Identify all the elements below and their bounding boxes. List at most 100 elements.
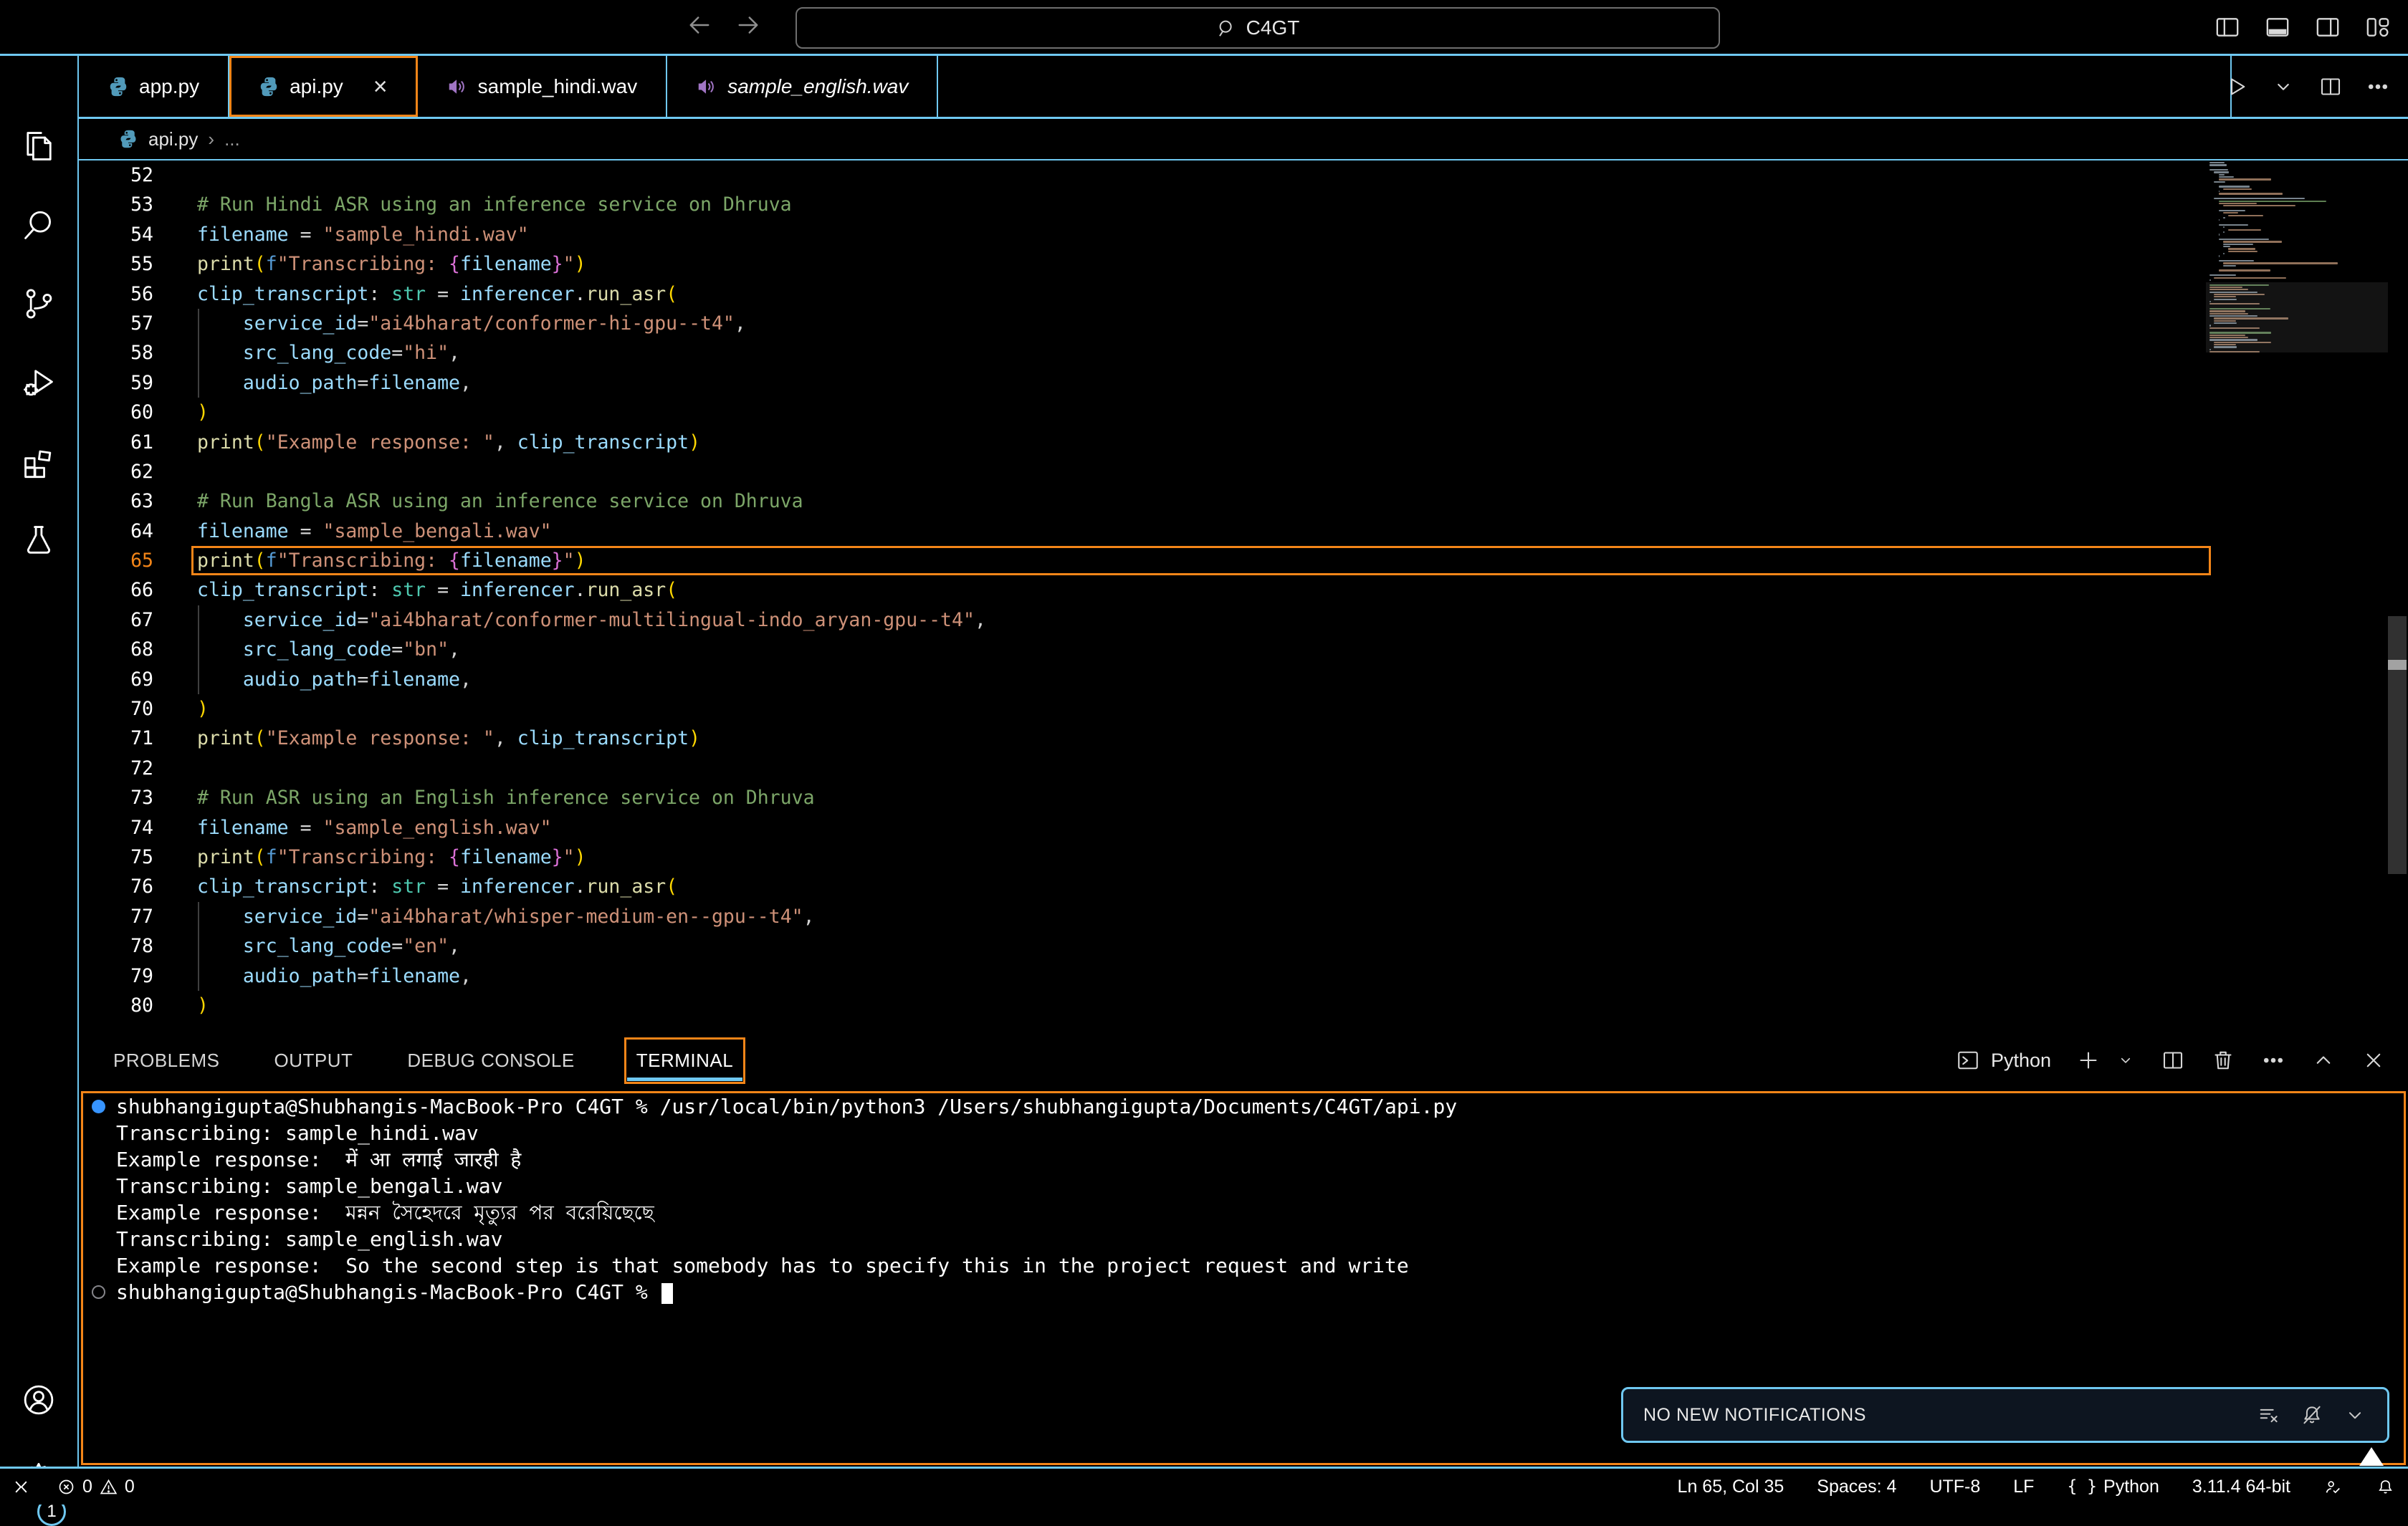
remote-indicator[interactable] <box>11 1477 31 1497</box>
code-editor[interactable]: 5253# Run Hindi ASR using an inference s… <box>79 160 2408 1027</box>
code-line-54[interactable]: 54filename = "sample_hindi.wav" <box>79 220 2408 249</box>
launch-profile-chevron-icon[interactable] <box>2116 1047 2136 1073</box>
close-icon[interactable]: × <box>373 76 388 97</box>
encoding-status[interactable]: UTF-8 <box>1929 1477 1980 1497</box>
code-line-62[interactable]: 62 <box>79 457 2408 486</box>
split-editor-icon[interactable] <box>2318 74 2344 100</box>
code-line-76[interactable]: 76clip_transcript: str = inferencer.run_… <box>79 872 2408 901</box>
language-status[interactable]: { } Python <box>2067 1477 2159 1497</box>
toggle-primary-sidebar-icon[interactable] <box>2213 13 2242 42</box>
back-arrow-icon[interactable] <box>684 10 715 40</box>
code-line-79[interactable]: 79 audio_path=filename, <box>79 961 2408 991</box>
toggle-panel-icon[interactable] <box>2263 13 2292 42</box>
panel-tab-output[interactable]: OUTPUT <box>270 1038 358 1083</box>
code-line-53[interactable]: 53# Run Hindi ASR using an inference ser… <box>79 190 2408 219</box>
panel-tab-problems[interactable]: PROBLEMS <box>109 1038 224 1083</box>
line-number: 60 <box>79 398 153 427</box>
maximize-panel-icon[interactable] <box>2311 1047 2336 1073</box>
notification-center: NO NEW NOTIFICATIONS <box>1621 1387 2389 1443</box>
panel-actions: Python <box>1955 1030 2386 1091</box>
command-decoration-prompt[interactable] <box>92 1285 105 1299</box>
line-content: src_lang_code="en", <box>197 931 2408 961</box>
command-decoration-success[interactable] <box>92 1100 105 1113</box>
panel-tab-debug-console[interactable]: DEBUG CONSOLE <box>403 1038 578 1083</box>
clear-all-notifications-icon[interactable] <box>2257 1403 2281 1427</box>
tab-label: api.py <box>290 75 343 98</box>
more-actions-icon[interactable] <box>2260 1047 2286 1073</box>
code-line-56[interactable]: 56clip_transcript: str = inferencer.run_… <box>79 279 2408 309</box>
remote-window-icon <box>11 1477 31 1497</box>
code-line-70[interactable]: 70) <box>79 694 2408 724</box>
indentation-status[interactable]: Spaces: 4 <box>1817 1477 1896 1497</box>
code-line-65[interactable]: 65print(f"Transcribing: {filename}") <box>79 546 2408 575</box>
new-terminal-icon[interactable] <box>2075 1047 2101 1073</box>
code-line-71[interactable]: 71print("Example response: ", clip_trans… <box>79 724 2408 753</box>
code-line-74[interactable]: 74filename = "sample_english.wav" <box>79 813 2408 843</box>
breadcrumb-symbol[interactable]: ... <box>224 128 240 150</box>
source-control-icon[interactable] <box>20 285 57 322</box>
extensions-icon[interactable] <box>20 443 57 480</box>
eol-status[interactable]: LF <box>2013 1477 2034 1497</box>
python-interpreter-status[interactable]: 3.11.4 64-bit <box>2192 1477 2290 1497</box>
more-actions-icon[interactable] <box>2365 74 2391 100</box>
code-line-64[interactable]: 64filename = "sample_bengali.wav" <box>79 517 2408 546</box>
line-content: audio_path=filename, <box>197 961 2408 991</box>
run-and-debug-icon[interactable] <box>20 364 57 401</box>
line-content: print("Example response: ", clip_transcr… <box>197 428 2408 457</box>
code-line-68[interactable]: 68 src_lang_code="bn", <box>79 635 2408 664</box>
terminal-text: Example response: So the second step is … <box>116 1254 1409 1277</box>
customize-layout-icon[interactable] <box>2364 13 2392 42</box>
indent-guide <box>198 902 199 931</box>
code-line-60[interactable]: 60) <box>79 398 2408 427</box>
line-content: print(f"Transcribing: {filename}") <box>197 843 2408 872</box>
do-not-disturb-icon[interactable] <box>2300 1403 2324 1427</box>
tab-api.py[interactable]: api.py × <box>229 56 418 117</box>
language-label: Python <box>2103 1477 2159 1497</box>
search-icon[interactable] <box>20 206 57 244</box>
code-line-78[interactable]: 78 src_lang_code="en", <box>79 931 2408 961</box>
run-dropdown-chevron-icon[interactable] <box>2270 74 2296 100</box>
breadcrumb-file[interactable]: api.py <box>148 128 198 150</box>
hide-notification-center-icon[interactable] <box>2343 1403 2367 1427</box>
code-line-55[interactable]: 55print(f"Transcribing: {filename}") <box>79 249 2408 279</box>
tab-sample_english.wav[interactable]: sample_english.wav <box>667 56 938 117</box>
kill-terminal-icon[interactable] <box>2210 1047 2236 1073</box>
code-line-63[interactable]: 63# Run Bangla ASR using an inference se… <box>79 486 2408 516</box>
code-line-67[interactable]: 67 service_id="ai4bharat/conformer-multi… <box>79 605 2408 635</box>
code-line-58[interactable]: 58 src_lang_code="hi", <box>79 338 2408 368</box>
feedback-item[interactable] <box>2323 1477 2343 1497</box>
code-line-80[interactable]: 80) <box>79 991 2408 1020</box>
notifications-bell[interactable] <box>2376 1477 2395 1497</box>
line-content <box>197 160 2408 190</box>
panel-tab-terminal[interactable]: TERMINAL <box>625 1038 745 1083</box>
code-line-61[interactable]: 61print("Example response: ", clip_trans… <box>79 428 2408 457</box>
problems-status[interactable]: 0 0 <box>57 1477 135 1497</box>
accounts-icon[interactable] <box>20 1381 57 1419</box>
tab-app.py[interactable]: app.py <box>79 56 229 117</box>
forward-arrow-icon[interactable] <box>733 10 763 40</box>
tab-sample_hindi.wav[interactable]: sample_hindi.wav <box>418 56 668 117</box>
toggle-secondary-sidebar-icon[interactable] <box>2313 13 2342 42</box>
code-line-59[interactable]: 59 audio_path=filename, <box>79 368 2408 398</box>
terminal-profile[interactable]: Python <box>1955 1047 2051 1073</box>
breadcrumb[interactable]: api.py › ... <box>79 119 2408 160</box>
code-line-69[interactable]: 69 audio_path=filename, <box>79 665 2408 694</box>
split-terminal-icon[interactable] <box>2160 1047 2186 1073</box>
command-center-search[interactable]: C4GT <box>796 7 1720 49</box>
code-line-73[interactable]: 73# Run ASR using an English inference s… <box>79 783 2408 812</box>
code-line-52[interactable]: 52 <box>79 160 2408 190</box>
testing-icon[interactable] <box>20 522 57 559</box>
code-line-57[interactable]: 57 service_id="ai4bharat/conformer-hi-gp… <box>79 309 2408 338</box>
explorer-icon[interactable] <box>20 128 57 165</box>
run-python-file-icon[interactable] <box>2223 74 2249 100</box>
code-line-66[interactable]: 66clip_transcript: str = inferencer.run_… <box>79 575 2408 605</box>
cursor-position-status[interactable]: Ln 65, Col 35 <box>1678 1477 1784 1497</box>
line-number: 77 <box>79 902 153 931</box>
editor-scrollbar[interactable] <box>2388 616 2407 874</box>
close-panel-icon[interactable] <box>2361 1047 2386 1073</box>
code-line-77[interactable]: 77 service_id="ai4bharat/whisper-medium-… <box>79 902 2408 931</box>
terminal-line: shubhangigupta@Shubhangis-MacBook-Pro C4… <box>83 1093 2404 1120</box>
code-line-72[interactable]: 72 <box>79 754 2408 783</box>
minimap-viewport[interactable] <box>2206 282 2388 352</box>
code-line-75[interactable]: 75print(f"Transcribing: {filename}") <box>79 843 2408 872</box>
